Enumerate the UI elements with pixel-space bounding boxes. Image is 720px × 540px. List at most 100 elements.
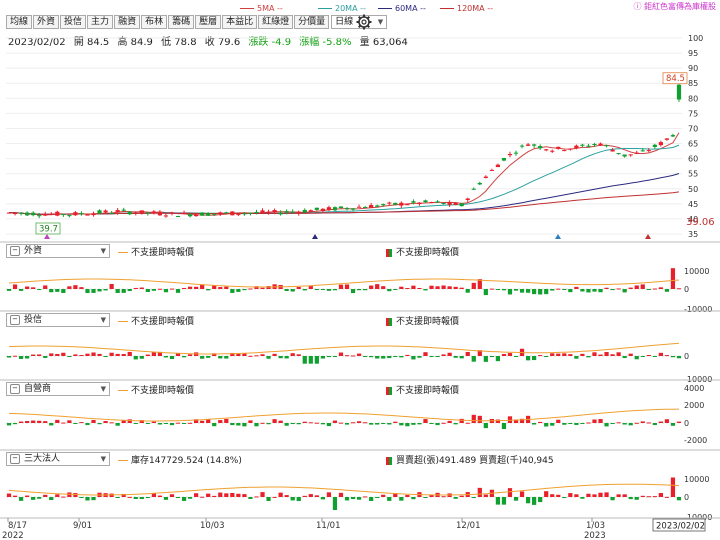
panel-bar bbox=[658, 287, 663, 289]
panel-bar bbox=[175, 289, 181, 293]
panel-bar bbox=[6, 493, 12, 497]
panel-bar bbox=[507, 353, 513, 356]
panel-bar bbox=[562, 423, 567, 425]
panel-bar bbox=[423, 497, 428, 498]
price-tick-label: 95 bbox=[688, 49, 698, 58]
collapse-icon[interactable]: − bbox=[10, 246, 20, 256]
candle-body bbox=[423, 200, 428, 203]
panel-bar bbox=[513, 289, 519, 291]
panel-bar bbox=[363, 356, 368, 357]
panel-bar bbox=[272, 353, 277, 356]
low-price-marker: 39.06 bbox=[686, 217, 715, 228]
candle-body bbox=[85, 214, 90, 216]
panel-bar bbox=[459, 287, 464, 289]
panel-bar bbox=[242, 289, 247, 291]
panel-bar bbox=[556, 353, 561, 356]
candle-body bbox=[465, 198, 470, 200]
panel-bar bbox=[387, 423, 392, 425]
panel-bar bbox=[610, 289, 615, 291]
panel-bar bbox=[375, 497, 380, 498]
panel-bar bbox=[85, 497, 90, 501]
panel-bar bbox=[79, 287, 84, 289]
panel-bar bbox=[483, 356, 488, 362]
panel-bar bbox=[25, 421, 30, 423]
panel-bar bbox=[49, 289, 54, 293]
panel-bar bbox=[429, 285, 434, 289]
candle-body bbox=[580, 144, 585, 146]
panel-bar bbox=[375, 423, 380, 425]
panel-bar bbox=[200, 420, 205, 423]
panel-indicator-select[interactable]: − 三大法人 ▼ bbox=[6, 452, 110, 466]
panel-bar bbox=[6, 356, 12, 358]
panel-bar bbox=[139, 356, 144, 359]
panel-bar bbox=[435, 286, 440, 289]
panel-bar bbox=[115, 423, 120, 426]
chevron-down-icon: ▼ bbox=[100, 385, 106, 393]
panel-bar bbox=[320, 356, 325, 359]
panel-bar bbox=[568, 493, 573, 497]
panel-bar bbox=[369, 285, 374, 289]
panel-indicator-select[interactable]: − 外資 ▼ bbox=[6, 244, 110, 258]
panel-bar bbox=[471, 282, 476, 289]
panel-bar bbox=[157, 423, 163, 425]
panel-bar bbox=[260, 354, 265, 356]
candle-body bbox=[646, 150, 651, 152]
panel-select-label: 投信 bbox=[24, 315, 43, 325]
collapse-icon[interactable]: − bbox=[10, 315, 20, 325]
panel-bar bbox=[356, 353, 362, 356]
panel-bar bbox=[670, 423, 676, 426]
panel-axis-label: 4000 bbox=[684, 384, 704, 393]
panel-bar bbox=[145, 497, 150, 498]
panel-axis-label: -10000 bbox=[684, 305, 712, 314]
panel-bar bbox=[441, 285, 446, 289]
candle-body bbox=[212, 213, 217, 215]
panel-bar bbox=[381, 423, 386, 424]
panel-bar bbox=[598, 492, 603, 497]
price-tick-label: 70 bbox=[688, 124, 698, 133]
candle-body bbox=[405, 204, 410, 206]
panel-bar bbox=[519, 289, 525, 293]
panel-indicator-select[interactable]: − 投信 ▼ bbox=[6, 313, 110, 327]
panel-bar bbox=[127, 351, 132, 356]
panel-bar bbox=[350, 422, 356, 424]
panel-bar bbox=[423, 289, 428, 291]
panel-bar bbox=[49, 497, 54, 501]
panel-bar bbox=[453, 497, 458, 499]
panel-bar bbox=[646, 422, 651, 424]
candle-body bbox=[12, 213, 18, 215]
candle-body bbox=[634, 152, 639, 154]
panel-indicator-select[interactable]: − 自營商 ▼ bbox=[6, 382, 110, 396]
panel-bar bbox=[320, 497, 325, 500]
panel-bar bbox=[495, 356, 501, 362]
panel-bar bbox=[212, 495, 217, 497]
event-marker-icon bbox=[44, 234, 50, 239]
candle-body bbox=[417, 202, 422, 205]
candle-body bbox=[664, 138, 670, 140]
collapse-icon[interactable]: − bbox=[10, 454, 20, 464]
panel-bar bbox=[423, 352, 428, 356]
candle-body bbox=[151, 211, 156, 214]
collapse-icon[interactable]: − bbox=[10, 384, 20, 394]
panel-bar bbox=[670, 356, 676, 358]
panel-bar bbox=[580, 353, 585, 356]
candle-body bbox=[91, 213, 96, 216]
panel-bar bbox=[272, 496, 277, 498]
candle-body bbox=[278, 212, 283, 215]
panel-bar bbox=[224, 356, 229, 359]
panel-bar bbox=[483, 423, 488, 429]
panel-bar bbox=[676, 288, 682, 290]
x-tick-label: 8/17 bbox=[8, 521, 27, 531]
panel-bar bbox=[652, 288, 657, 290]
price-tick-label: 100 bbox=[688, 34, 703, 43]
panel-bar bbox=[37, 354, 42, 356]
panel-bar bbox=[308, 356, 313, 364]
panel-bar bbox=[181, 497, 187, 501]
panel-bar bbox=[73, 354, 78, 356]
panel-bar bbox=[115, 353, 120, 356]
panel-bar bbox=[592, 419, 597, 423]
panel-bar bbox=[513, 497, 519, 501]
panel-bar bbox=[97, 353, 102, 356]
panel-bar bbox=[314, 356, 319, 364]
panel-axis-label: 0 bbox=[684, 419, 689, 428]
panel-bar bbox=[169, 356, 175, 360]
